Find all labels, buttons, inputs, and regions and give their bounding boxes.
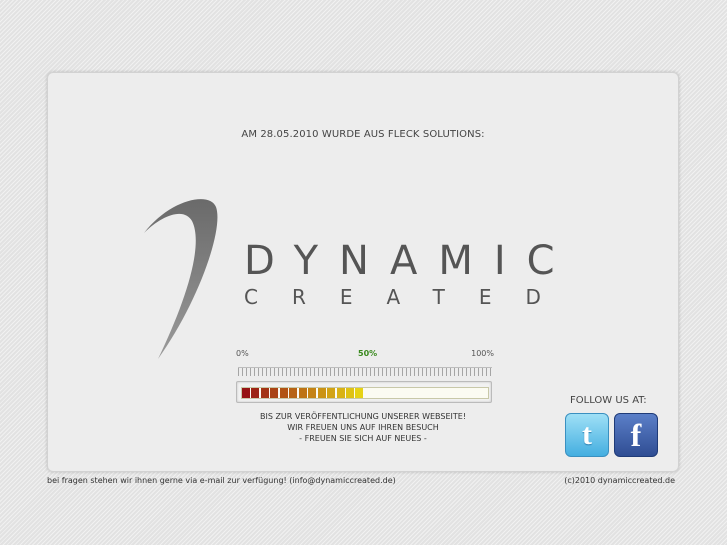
footer-copyright: (c)2010 dynamiccreated.de bbox=[564, 476, 675, 485]
progress-label-min: 0% bbox=[236, 349, 249, 358]
progress-segment bbox=[251, 388, 260, 398]
progress-segment bbox=[308, 388, 317, 398]
progress-segment bbox=[270, 388, 279, 398]
brand-name: DYNAMIC bbox=[244, 238, 576, 284]
progress-segment bbox=[317, 388, 326, 398]
progress-track bbox=[241, 387, 489, 399]
progress-segment bbox=[355, 388, 364, 398]
progress-segment bbox=[345, 388, 354, 398]
status-line-1: BIS ZUR VERÖFFENTLICHUNG UNSERER WEBSEIT… bbox=[259, 412, 467, 421]
status-line-2: WIR FREUEN UNS AUF IHREN BESUCH bbox=[287, 423, 439, 432]
brand-logo: DYNAMIC CREATED bbox=[140, 193, 600, 363]
progress-segment bbox=[279, 388, 288, 398]
status-message: BIS ZUR VERÖFFENTLICHUNG UNSERER WEBSEIT… bbox=[198, 411, 528, 444]
announcement-text: AM 28.05.2010 WURDE AUS FLECK SOLUTIONS: bbox=[241, 129, 485, 140]
progress-segment bbox=[289, 388, 298, 398]
twitter-icon[interactable]: t bbox=[565, 413, 609, 457]
brand-swoosh-icon bbox=[144, 199, 218, 359]
progress-segment bbox=[336, 388, 345, 398]
status-line-3: - FREUEN SIE SICH AUF NEUES - bbox=[299, 434, 427, 443]
brand-subtitle: CREATED bbox=[244, 285, 575, 309]
progress-ruler bbox=[238, 367, 492, 376]
follow-us-label: FOLLOW US AT: bbox=[570, 395, 647, 406]
progress-label-max: 100% bbox=[471, 349, 494, 358]
progress-segment bbox=[242, 388, 250, 398]
progress-bar bbox=[236, 381, 492, 403]
facebook-icon[interactable]: f bbox=[614, 413, 658, 457]
progress-label-mid: 50% bbox=[358, 349, 378, 358]
content-panel: AM 28.05.2010 WURDE AUS FLECK SOLUTIONS:… bbox=[47, 72, 679, 472]
progress-segment bbox=[260, 388, 269, 398]
footer-contact: bei fragen stehen wir ihnen gerne via e-… bbox=[47, 476, 396, 485]
progress-segment bbox=[327, 388, 336, 398]
progress-segment bbox=[298, 388, 307, 398]
